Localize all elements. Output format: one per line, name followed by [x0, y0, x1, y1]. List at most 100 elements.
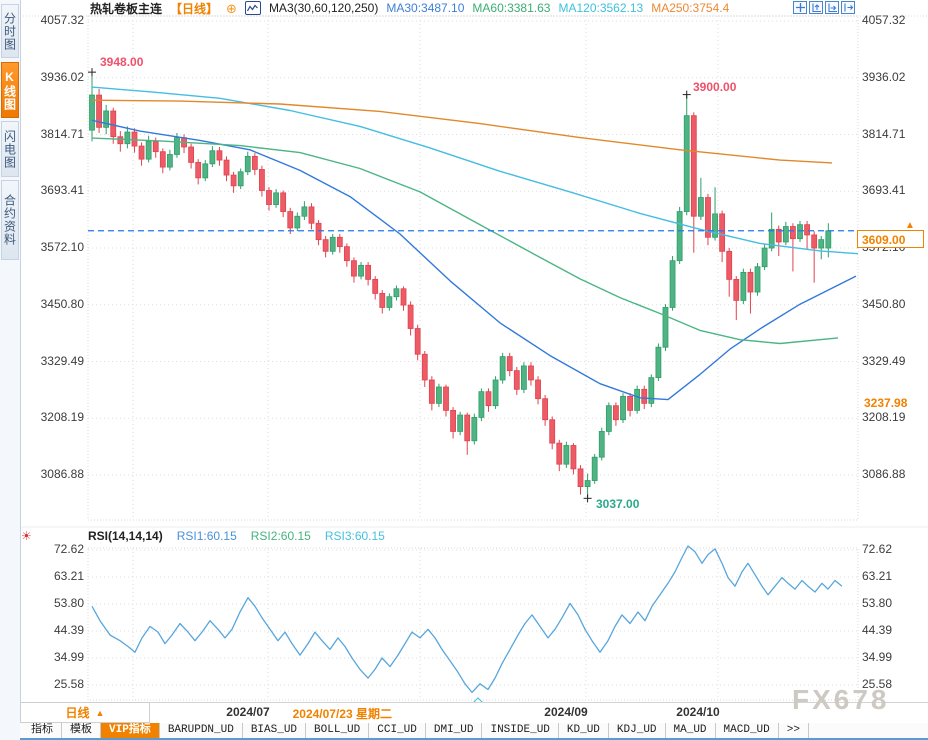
- bottom-tab[interactable]: CCI_UD: [369, 723, 426, 738]
- rsi-line: [92, 546, 842, 692]
- axis-zoom-vertical-icon[interactable]: [809, 1, 823, 14]
- rsi-tick-label: 63.21: [862, 569, 926, 584]
- candle: [118, 131, 123, 152]
- price-tick-label: 3693.41: [862, 183, 926, 198]
- rsi-tick-label: 53.80: [862, 596, 926, 611]
- price-tick-label: 4057.32: [20, 13, 84, 28]
- sidebar-tab-time-chart[interactable]: 分时图: [1, 4, 19, 58]
- rsi-settings-icon[interactable]: ☀: [21, 529, 32, 543]
- candle: [160, 148, 165, 173]
- candle: [741, 269, 746, 305]
- sidebar-tab-kline-chart[interactable]: K线图: [1, 62, 19, 118]
- candle: [762, 244, 767, 270]
- rsi-tick-label: 63.21: [20, 569, 84, 584]
- rsi-tick-label: 72.62: [862, 542, 926, 557]
- candle: [231, 172, 236, 193]
- candle: [444, 385, 449, 417]
- price-tick-label: 3814.71: [20, 127, 84, 142]
- candle: [224, 156, 229, 181]
- rsi-tick-label: 44.39: [20, 623, 84, 638]
- candle: [663, 304, 668, 351]
- bottom-tab[interactable]: 模板: [62, 723, 101, 738]
- ma30-value: MA30:3487.10: [386, 1, 464, 15]
- settlement-price-label: 3237.98: [864, 396, 907, 410]
- add-icon[interactable]: ⊕: [226, 2, 237, 15]
- candle: [727, 248, 732, 297]
- bottom-tab[interactable]: >>: [779, 723, 809, 738]
- axis-zoom-horizontal-icon[interactable]: [825, 1, 839, 14]
- price-tick-label: 3936.02: [20, 70, 84, 85]
- crosshair-tool-icon[interactable]: [793, 1, 807, 14]
- time-tick-label: 2024/10: [658, 705, 738, 719]
- mini-chart-icon[interactable]: [245, 1, 261, 15]
- candle: [536, 376, 541, 404]
- candle: [316, 220, 321, 245]
- price-tick-label: 3936.02: [862, 70, 926, 85]
- bottom-tab[interactable]: BARUPDN_UD: [160, 723, 243, 738]
- candle: [621, 393, 626, 423]
- price-tick-label: 3208.19: [20, 410, 84, 425]
- candle: [472, 414, 477, 445]
- restore-view-icon[interactable]: [841, 1, 855, 14]
- trading-app-window: 分时图 K线图 闪电图 合约资料 热轧卷板主连 【日线】 ⊕ MA3(30,60…: [0, 0, 928, 740]
- candle: [90, 72, 95, 141]
- rsi-tick-label: 53.80: [20, 596, 84, 611]
- bottom-tab[interactable]: KD_UD: [559, 723, 609, 738]
- bottom-tab[interactable]: INSIDE_UD: [482, 723, 558, 738]
- price-tick-label: 3450.80: [20, 297, 84, 312]
- candle: [252, 153, 257, 175]
- candle: [330, 234, 335, 255]
- bottom-tab[interactable]: MA_UD: [666, 723, 716, 738]
- rsi-tick-label: 34.99: [862, 650, 926, 665]
- candle: [465, 413, 470, 455]
- candle: [705, 194, 710, 245]
- candle: [189, 144, 194, 169]
- candle: [649, 374, 654, 407]
- bottom-tab[interactable]: BIAS_UD: [243, 723, 306, 738]
- sidebar-tab-contract-info[interactable]: 合约资料: [1, 180, 19, 260]
- bottom-tab[interactable]: 指标: [23, 723, 62, 738]
- candle: [507, 353, 512, 376]
- rsi-tick-label: 25.58: [20, 677, 84, 692]
- period-selector-button[interactable]: 日线 ▲: [20, 702, 150, 723]
- period-label: 【日线】: [170, 0, 218, 17]
- chart-canvas[interactable]: [0, 0, 928, 740]
- instrument-title: 热轧卷板主连: [90, 0, 162, 17]
- candle: [606, 402, 611, 435]
- candle: [486, 388, 491, 411]
- chart-header: 热轧卷板主连 【日线】 ⊕ MA3(30,60,120,250) MA30:34…: [90, 0, 729, 16]
- bottom-tab[interactable]: MACD_UD: [716, 723, 779, 738]
- candle: [458, 412, 463, 435]
- candle: [238, 169, 243, 190]
- candle: [748, 269, 753, 314]
- candle: [819, 236, 824, 259]
- candle: [415, 325, 420, 361]
- candle: [139, 142, 144, 165]
- candle: [394, 285, 399, 300]
- bottom-tab[interactable]: BOLL_UD: [306, 723, 369, 738]
- bottom-tab[interactable]: VIP指标: [101, 723, 160, 738]
- ma-group-label: MA3(30,60,120,250): [269, 1, 378, 15]
- candle: [670, 256, 675, 311]
- candle: [521, 362, 526, 393]
- candle: [366, 262, 371, 285]
- price-tick-label: 4057.32: [862, 13, 926, 28]
- extreme-marker: [683, 91, 691, 99]
- candle: [557, 440, 562, 471]
- candle: [196, 159, 201, 184]
- bottom-tab[interactable]: KDJ_UD: [609, 723, 666, 738]
- price-tick-label: 3329.49: [862, 354, 926, 369]
- candle: [684, 95, 689, 216]
- sidebar-tab-flash-chart[interactable]: 闪电图: [1, 121, 19, 177]
- extreme-marker: [88, 68, 96, 76]
- price-tick-label: 3329.49: [20, 354, 84, 369]
- bottom-tab[interactable]: DMI_UD: [426, 723, 483, 738]
- price-tick-label: 3693.41: [20, 183, 84, 198]
- ma60-value: MA60:3381.63: [472, 1, 550, 15]
- high-price-label: 3948.00: [100, 55, 143, 69]
- extreme-marker: [584, 494, 592, 502]
- candle: [125, 126, 130, 148]
- period-selector-label: 日线: [66, 704, 90, 721]
- candle: [599, 428, 604, 461]
- chart-type-sidebar: 分时图 K线图 闪电图 合约资料: [0, 0, 21, 740]
